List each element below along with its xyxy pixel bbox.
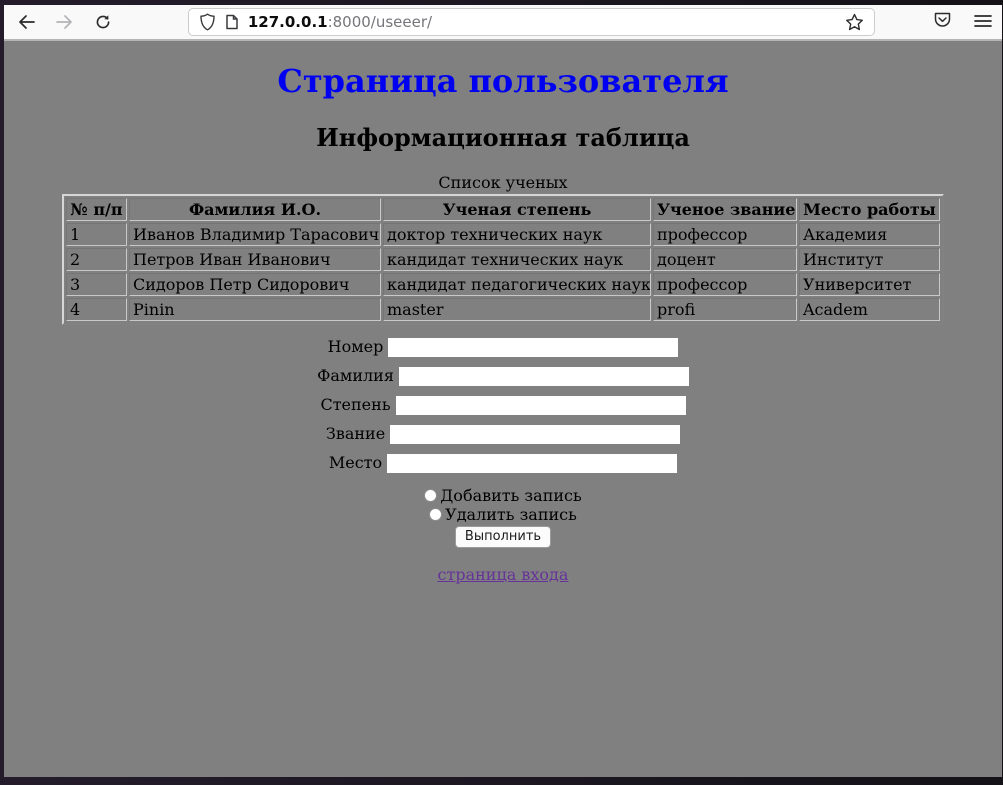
execute-button[interactable]: Выполнить — [455, 526, 551, 548]
cell-number: 2 — [66, 248, 127, 271]
form-row-number: Номер — [4, 337, 1002, 357]
shield-icon[interactable] — [199, 13, 216, 31]
page-title: Страница пользователя — [4, 62, 1002, 100]
surname-label: Фамилия — [317, 366, 394, 385]
table-row: 3 Сидоров Петр Сидорович кандидат педаго… — [66, 273, 940, 296]
number-label: Номер — [328, 337, 384, 356]
cell-degree: master — [383, 298, 651, 321]
form-row-workplace: Место — [4, 453, 1002, 473]
page-subtitle: Информационная таблица — [4, 123, 1002, 152]
bookmark-star-icon[interactable] — [845, 13, 864, 31]
cell-rank: profi — [653, 298, 797, 321]
cell-rank: профессор — [653, 273, 797, 296]
degree-label: Степень — [320, 395, 390, 414]
url-path: :8000/useeer/ — [328, 13, 433, 31]
delete-record-label: Удалить запись — [445, 505, 577, 524]
scientists-table: № п/п Фамилия И.О. Ученая степень Ученое… — [62, 194, 944, 325]
menu-hamburger-icon[interactable] — [974, 13, 992, 32]
reload-icon — [95, 14, 111, 30]
number-input[interactable] — [388, 338, 678, 357]
cell-surname: Иванов Владимир Тарасович — [129, 223, 381, 246]
form-row-degree: Степень — [4, 395, 1002, 415]
surname-input[interactable] — [399, 367, 689, 386]
cell-workplace: Академия — [799, 223, 940, 246]
col-header-degree: Ученая степень — [383, 198, 651, 221]
table-row: 1 Иванов Владимир Тарасович доктор техни… — [66, 223, 940, 246]
cell-surname: Сидоров Петр Сидорович — [129, 273, 381, 296]
toolbar-right-group — [933, 11, 992, 33]
cell-workplace: Институт — [799, 248, 940, 271]
workplace-input[interactable] — [387, 454, 677, 473]
url-text[interactable]: 127.0.0.1:8000/useeer/ — [248, 13, 845, 31]
delete-record-radio[interactable] — [429, 508, 442, 521]
record-form: Номер Фамилия Степень Звание Место Добав… — [4, 337, 1002, 584]
cell-number: 4 — [66, 298, 127, 321]
add-record-label: Добавить запись — [440, 486, 581, 505]
table-row: 4 Pinin master profi Academ — [66, 298, 940, 321]
pocket-icon[interactable] — [933, 11, 952, 33]
forward-button[interactable] — [50, 8, 80, 36]
action-radio-group: Добавить запись Удалить запись — [4, 486, 1002, 524]
cell-degree: кандидат педагогических наук — [383, 273, 651, 296]
browser-toolbar: 127.0.0.1:8000/useeer/ — [4, 5, 1002, 41]
login-page-link[interactable]: страница входа — [438, 565, 569, 584]
table-header-row: № п/п Фамилия И.О. Ученая степень Ученое… — [66, 198, 940, 221]
cell-workplace: Academ — [799, 298, 940, 321]
forward-arrow-icon — [56, 15, 73, 29]
degree-input[interactable] — [396, 396, 686, 415]
cell-number: 1 — [66, 223, 127, 246]
rank-input[interactable] — [390, 425, 680, 444]
workplace-label: Место — [329, 453, 382, 472]
col-header-surname: Фамилия И.О. — [129, 198, 381, 221]
back-arrow-icon — [18, 15, 35, 29]
cell-degree: кандидат технических наук — [383, 248, 651, 271]
cell-workplace: Университет — [799, 273, 940, 296]
back-button[interactable] — [12, 8, 42, 36]
rank-label: Звание — [326, 424, 385, 443]
cell-surname: Pinin — [129, 298, 381, 321]
cell-degree: доктор технических наук — [383, 223, 651, 246]
radio-row-add: Добавить запись — [4, 486, 1002, 505]
add-record-radio[interactable] — [424, 489, 437, 502]
col-header-workplace: Место работы — [799, 198, 940, 221]
url-bar[interactable]: 127.0.0.1:8000/useeer/ — [188, 8, 875, 36]
url-host: 127.0.0.1 — [248, 13, 328, 31]
page-info-icon[interactable] — [225, 14, 239, 30]
cell-rank: доцент — [653, 248, 797, 271]
cell-rank: профессор — [653, 223, 797, 246]
cell-number: 3 — [66, 273, 127, 296]
radio-row-delete: Удалить запись — [4, 505, 1002, 524]
col-header-number: № п/п — [66, 198, 127, 221]
reload-button[interactable] — [88, 8, 118, 36]
cell-surname: Петров Иван Иванович — [129, 248, 381, 271]
page-viewport: Страница пользователя Информационная таб… — [4, 41, 1002, 777]
col-header-rank: Ученое звание — [653, 198, 797, 221]
form-row-rank: Звание — [4, 424, 1002, 444]
table-row: 2 Петров Иван Иванович кандидат техничес… — [66, 248, 940, 271]
table-caption: Список ученых — [4, 173, 1002, 192]
form-row-surname: Фамилия — [4, 366, 1002, 386]
browser-window: 127.0.0.1:8000/useeer/ Страница пользова… — [0, 0, 1003, 785]
